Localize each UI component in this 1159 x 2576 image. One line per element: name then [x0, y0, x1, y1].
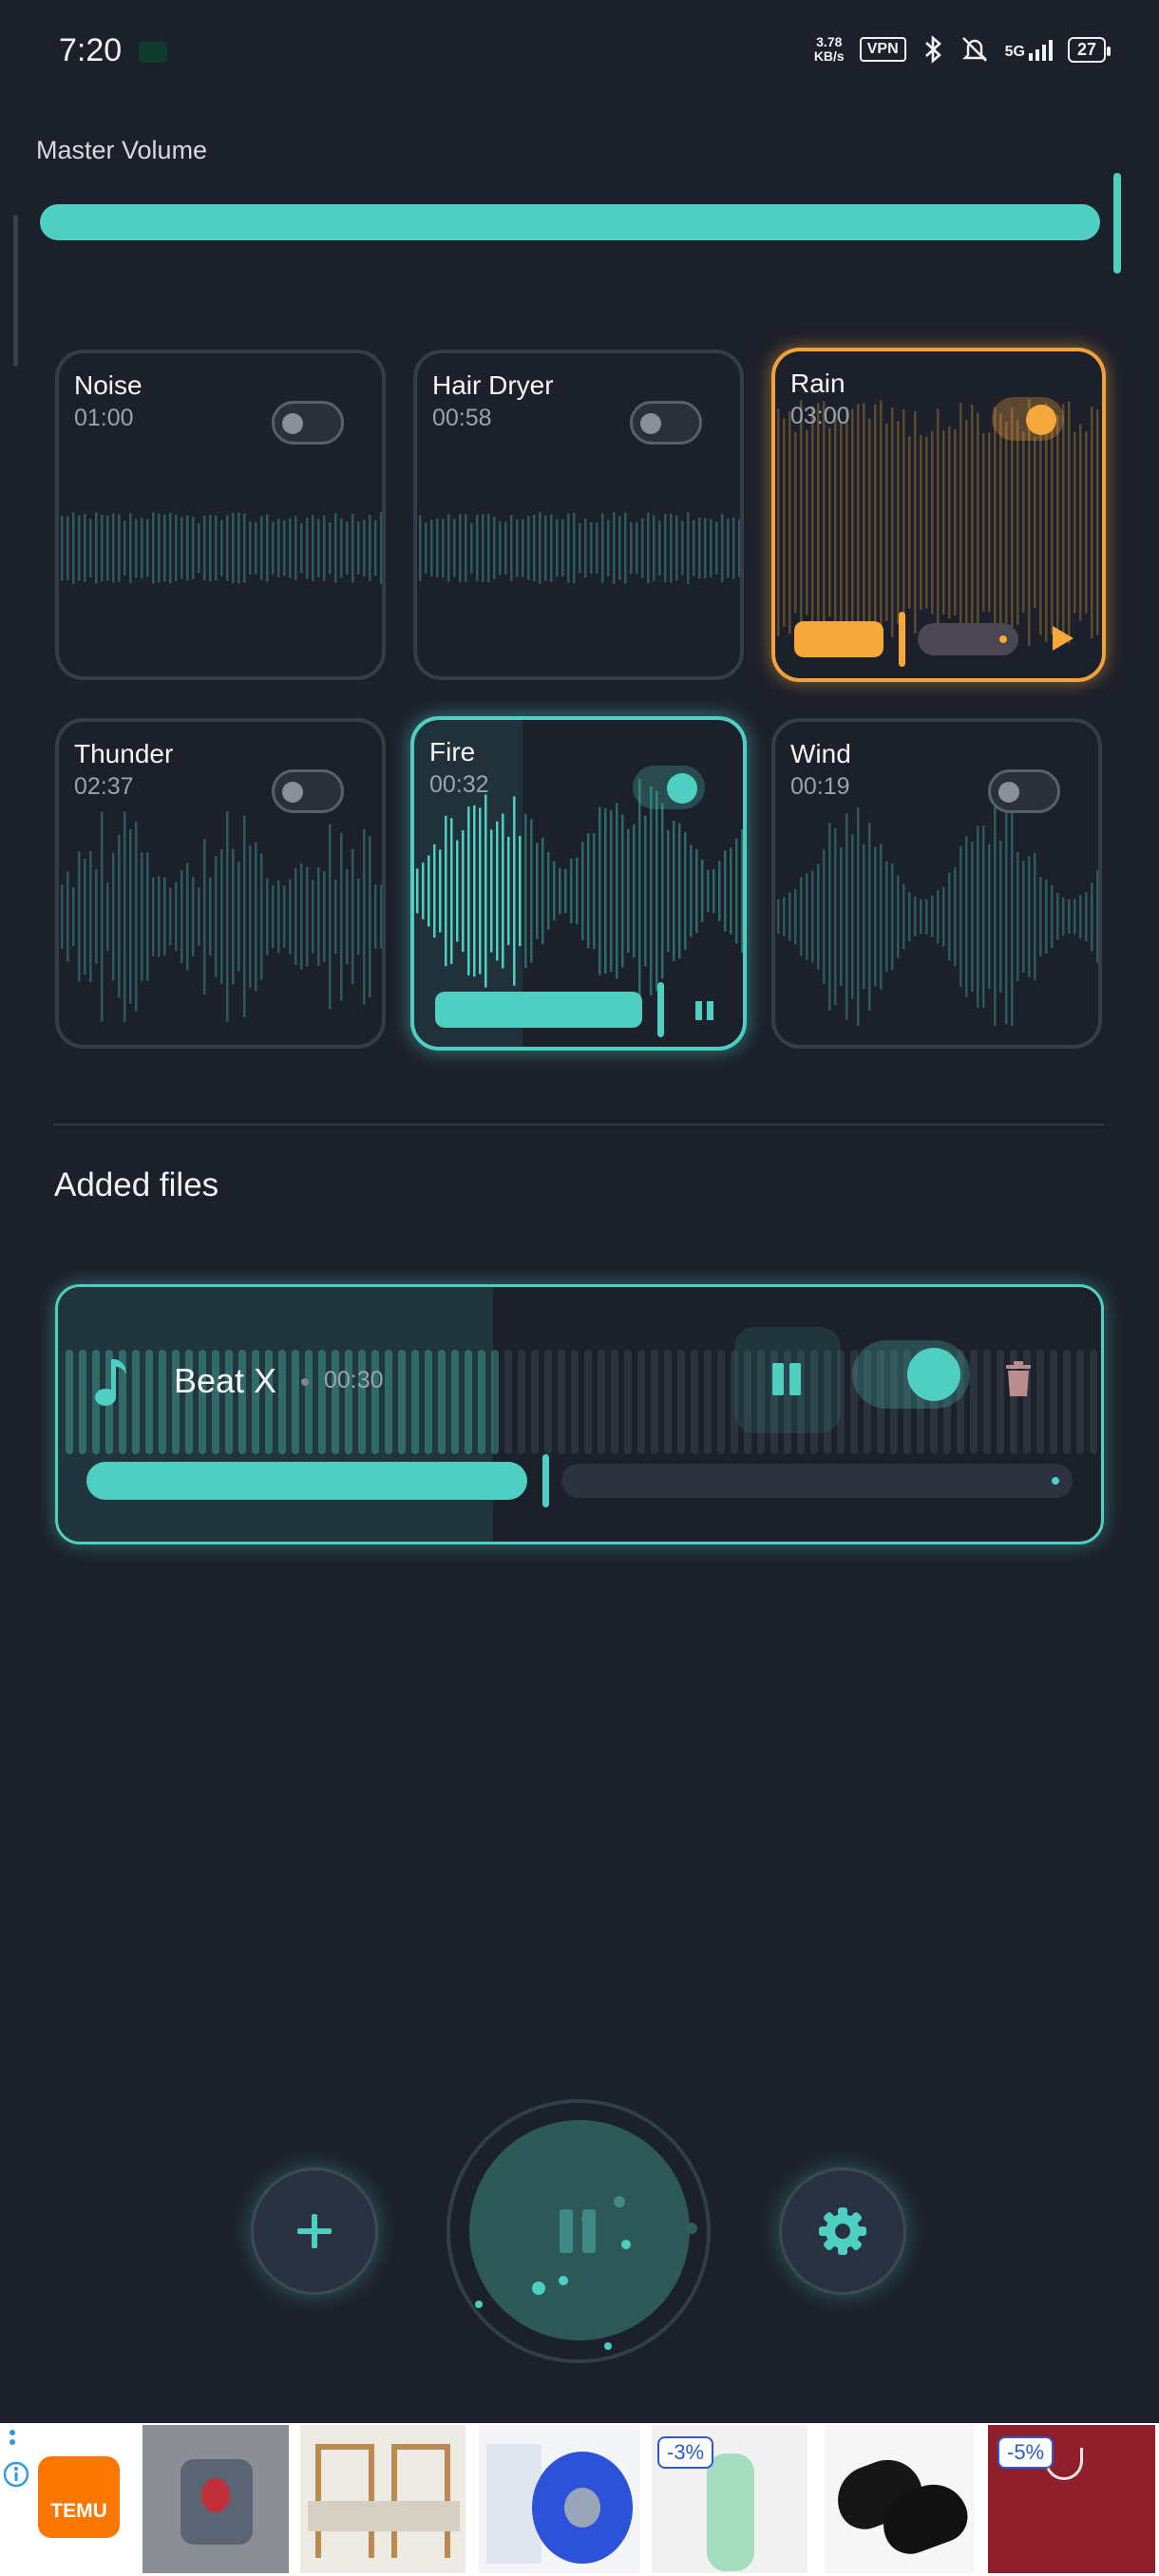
pause-icon: [772, 1363, 801, 1395]
ad-product-shirt[interactable]: [142, 2425, 289, 2573]
net-speed-value: 3.78: [816, 34, 843, 49]
sound-toggle[interactable]: [988, 769, 1060, 813]
file-progress-remaining: [561, 1464, 1073, 1498]
file-name: Beat X: [174, 1361, 277, 1400]
sound-toggle[interactable]: [630, 401, 702, 445]
ad-product-activewear[interactable]: -3%: [652, 2425, 808, 2573]
add-button[interactable]: [251, 2168, 378, 2295]
sound-name: Fire: [429, 737, 476, 767]
sound-time: 01:00: [74, 405, 134, 431]
particle: [604, 2342, 612, 2350]
music-note-icon: [95, 1359, 126, 1406]
scroll-indicator: [13, 215, 18, 367]
sound-name: Noise: [74, 370, 142, 400]
sound-card-noise[interactable]: Noise 01:00: [55, 350, 386, 680]
pause-icon[interactable]: [695, 1001, 713, 1020]
sound-time: 00:58: [432, 405, 492, 431]
temu-logo[interactable]: TEMU: [38, 2456, 120, 2538]
progress-fill: [435, 992, 642, 1028]
sound-card-wind[interactable]: Wind 00:19: [771, 718, 1102, 1049]
added-files-title: Added files: [54, 1166, 219, 1203]
ad-menu-dot: [10, 2439, 15, 2445]
settings-button[interactable]: [779, 2168, 906, 2295]
master-volume-slider[interactable]: [40, 204, 1100, 240]
separator-dot: [301, 1378, 309, 1386]
trash-icon[interactable]: [1004, 1361, 1033, 1397]
waveform: [419, 512, 740, 584]
signal-bars-icon: [1028, 38, 1053, 61]
waveform: [61, 512, 382, 584]
progress-thumb[interactable]: [899, 612, 905, 667]
network-type: 5G: [1004, 44, 1025, 60]
file-card-beat-x[interactable]: Beat X 00:30: [55, 1284, 1104, 1544]
section-divider: [53, 1124, 1104, 1126]
sound-toggle[interactable]: [272, 769, 344, 813]
ad-product-chairs[interactable]: [300, 2425, 466, 2573]
sound-card-thunder[interactable]: Thunder 02:37: [55, 718, 386, 1049]
sound-name: Hair Dryer: [432, 370, 554, 400]
discount-badge: -5%: [998, 2436, 1054, 2469]
discount-badge: -3%: [657, 2436, 714, 2469]
file-pause-button[interactable]: [734, 1327, 841, 1433]
progress-thumb[interactable]: [657, 982, 664, 1037]
ad-product-shoes[interactable]: [825, 2425, 976, 2573]
main-pause-button[interactable]: [469, 2120, 690, 2340]
play-icon[interactable]: [1053, 626, 1074, 651]
app-notification-icon: [139, 42, 167, 63]
sound-time: 03:00: [790, 403, 850, 429]
sound-card-fire[interactable]: Fire 00:32: [410, 716, 747, 1051]
net-speed: 3.78 KB/s: [814, 35, 845, 64]
gear-icon: [819, 2207, 866, 2255]
progress-fill: [794, 621, 884, 657]
sound-time: 00:32: [429, 771, 489, 798]
master-volume-label: Master Volume: [36, 136, 208, 164]
waveform: [777, 807, 1098, 1026]
sound-name: Wind: [790, 739, 851, 768]
ad-brand: TEMU: [50, 2500, 107, 2522]
master-volume-thumb[interactable]: [1113, 173, 1121, 274]
cell-signal: 5G: [1005, 38, 1053, 61]
sound-toggle[interactable]: [633, 766, 705, 809]
file-progress-thumb[interactable]: [542, 1454, 549, 1507]
status-icons: 3.78 KB/s VPN 5G 27: [814, 34, 1112, 65]
status-time: 7:20: [59, 32, 123, 68]
sound-card-rain[interactable]: Rain 03:00: [771, 348, 1106, 682]
file-time: 00:30: [324, 1367, 384, 1393]
sound-name: Thunder: [74, 739, 174, 768]
vpn-badge: VPN: [859, 37, 906, 62]
bluetooth-icon: [924, 35, 941, 64]
waveform: [61, 811, 382, 1022]
sound-time: 02:37: [74, 773, 134, 800]
progress-end-dot: [999, 635, 1007, 643]
battery-level: 27: [1076, 39, 1096, 59]
particle: [614, 2196, 625, 2207]
ad-product-filament[interactable]: [479, 2425, 640, 2573]
bell-muted-icon: [961, 37, 987, 62]
ad-info-icon[interactable]: [2, 2460, 30, 2489]
pause-icon: [560, 2209, 596, 2253]
file-toggle[interactable]: [852, 1340, 970, 1409]
ad-product-necklace[interactable]: -5%: [988, 2425, 1155, 2573]
sound-toggle[interactable]: [992, 397, 1064, 441]
sound-card-hair-dryer[interactable]: Hair Dryer 00:58: [413, 350, 744, 680]
battery-icon: 27: [1067, 36, 1112, 63]
particle: [686, 2223, 697, 2234]
sound-time: 00:19: [790, 773, 850, 800]
particle: [621, 2240, 631, 2249]
particle: [475, 2301, 483, 2308]
ad-menu-dot: [10, 2430, 15, 2435]
particle: [559, 2276, 568, 2285]
file-progress-end-dot: [1052, 1477, 1059, 1485]
file-progress-fill: [86, 1462, 527, 1500]
particle: [581, 2215, 589, 2223]
net-speed-unit: KB/s: [813, 48, 845, 64]
plus-icon: [297, 2214, 332, 2248]
sound-toggle[interactable]: [272, 401, 344, 445]
sound-name: Rain: [790, 369, 846, 398]
particle: [532, 2282, 545, 2295]
